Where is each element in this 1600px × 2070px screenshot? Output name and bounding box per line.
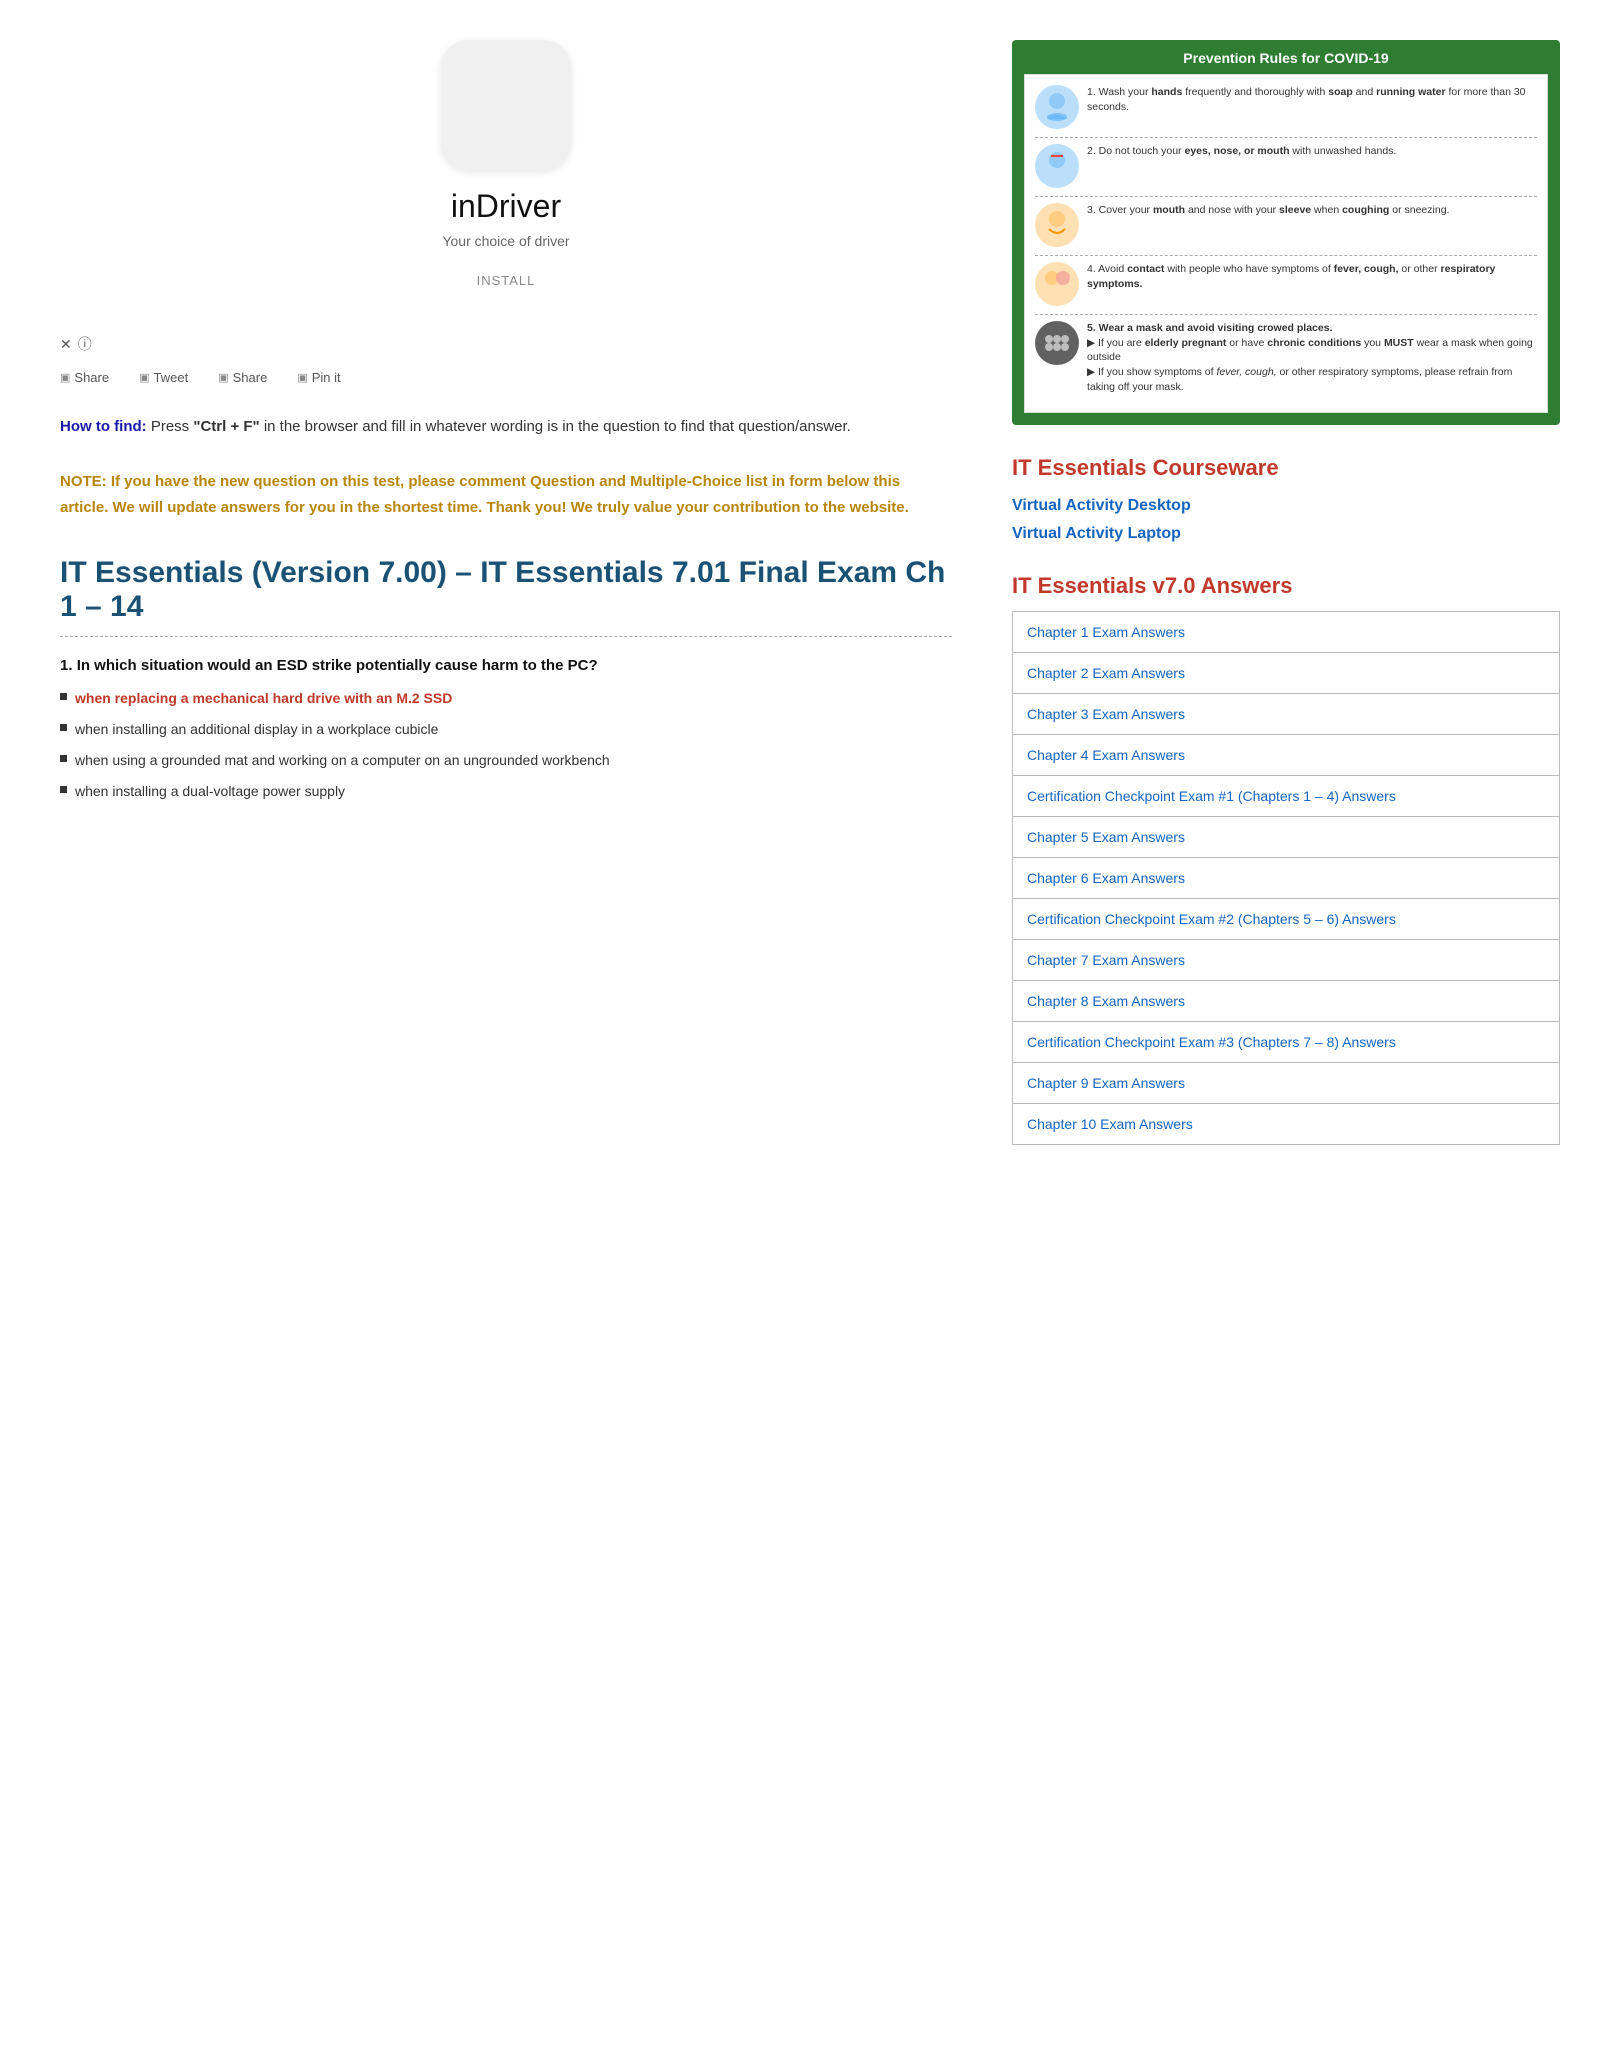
answer-list: when replacing a mechanical hard drive w… [60, 688, 952, 802]
share-twitter[interactable]: ▣ Tweet [139, 370, 188, 385]
covid-divider-4 [1035, 314, 1537, 315]
covid-rule-text-4: 4. Avoid contact with people who have sy… [1087, 262, 1537, 291]
covid-rule-text-2: 2. Do not touch your eyes, nose, or mout… [1087, 144, 1396, 159]
cert-checkpoint-1-link[interactable]: Certification Checkpoint Exam #1 (Chapte… [1013, 776, 1559, 817]
share-general-label: Share [233, 370, 268, 385]
question-1-number: 1. [60, 657, 73, 674]
covid-rule-5: 5. Wear a mask and avoid visiting crowed… [1035, 321, 1537, 394]
cert-checkpoint-2-link[interactable]: Certification Checkpoint Exam #2 (Chapte… [1013, 899, 1559, 940]
question-1-block: 1. In which situation would an ESD strik… [60, 657, 952, 802]
howto-text: Press "Ctrl + F" in the browser and fill… [151, 418, 851, 435]
bullet-correct [60, 693, 67, 700]
app-tagline: Your choice of driver [442, 233, 569, 249]
covid-divider-2 [1035, 196, 1537, 197]
tweet-label: Tweet [154, 370, 189, 385]
covid-icon-5 [1035, 321, 1079, 365]
answers-heading: IT Essentials v7.0 Answers [1012, 573, 1560, 599]
bullet-4 [60, 786, 67, 793]
covid-rule-2: 2. Do not touch your eyes, nose, or mout… [1035, 144, 1537, 188]
bullet-2 [60, 724, 67, 731]
cert-checkpoint-3-link[interactable]: Certification Checkpoint Exam #3 (Chapte… [1013, 1022, 1559, 1063]
bullet-3 [60, 755, 67, 762]
answer-text-3: when using a grounded mat and working on… [75, 750, 610, 771]
pin-icon: ▣ [297, 371, 307, 384]
app-name: inDriver [451, 188, 561, 225]
chapter-6-link[interactable]: Chapter 6 Exam Answers [1013, 858, 1559, 899]
right-column: Prevention Rules for COVID-19 1. Wash yo… [992, 20, 1600, 1185]
question-1-body: In which situation would an ESD strike p… [77, 657, 598, 674]
chapter-2-link[interactable]: Chapter 2 Exam Answers [1013, 653, 1559, 694]
app-card: inDriver Your choice of driver INSTALL [60, 40, 952, 304]
share-row: ▣ Share ▣ Tweet ▣ Share ▣ Pin it [60, 370, 952, 385]
chapter-4-link[interactable]: Chapter 4 Exam Answers [1013, 735, 1559, 776]
answer-item-4: when installing a dual-voltage power sup… [60, 781, 952, 802]
pin-it[interactable]: ▣ Pin it [297, 370, 340, 385]
close-icon[interactable]: ✕ [60, 336, 72, 353]
answer-item-correct: when replacing a mechanical hard drive w… [60, 688, 952, 709]
pin-label: Pin it [312, 370, 341, 385]
covid-rule-text-1: 1. Wash your hands frequently and thorou… [1087, 85, 1537, 114]
page-wrapper: inDriver Your choice of driver INSTALL ✕… [0, 0, 1600, 1205]
chapter-8-link[interactable]: Chapter 8 Exam Answers [1013, 981, 1559, 1022]
covid-title-prefix: Prevention Rules for [1183, 50, 1324, 66]
covid-title-bold: COVID-19 [1324, 50, 1389, 66]
howto-label: How to find: [60, 418, 147, 435]
answer-text-correct: when replacing a mechanical hard drive w… [75, 688, 452, 709]
share-fb-icon: ▣ [60, 371, 70, 384]
courseware-heading: IT Essentials Courseware [1012, 455, 1560, 481]
install-button[interactable]: INSTALL [477, 273, 536, 288]
icon-row: ✕ ⓘ [60, 334, 952, 354]
answers-section: IT Essentials v7.0 Answers Chapter 1 Exa… [1012, 573, 1560, 1145]
courseware-section: IT Essentials Courseware Virtual Activit… [1012, 455, 1560, 543]
app-icon [441, 40, 571, 170]
info-icon[interactable]: ⓘ [78, 334, 92, 354]
covid-title: Prevention Rules for COVID-19 [1024, 50, 1548, 66]
note-text: NOTE: If you have the new question on th… [60, 473, 909, 516]
share-facebook[interactable]: ▣ Share [60, 370, 109, 385]
share-general-icon: ▣ [218, 371, 228, 384]
covid-rule-text-3: 3. Cover your mouth and nose with your s… [1087, 203, 1449, 218]
chapter-10-link[interactable]: Chapter 10 Exam Answers [1013, 1104, 1559, 1144]
answer-item-2: when installing an additional display in… [60, 719, 952, 740]
chapter-1-link[interactable]: Chapter 1 Exam Answers [1013, 612, 1559, 653]
virtual-activity-desktop-link[interactable]: Virtual Activity Desktop [1012, 497, 1560, 515]
share-general[interactable]: ▣ Share [218, 370, 267, 385]
answer-item-3: when using a grounded mat and working on… [60, 750, 952, 771]
answer-text-4: when installing a dual-voltage power sup… [75, 781, 345, 802]
covid-card: Prevention Rules for COVID-19 1. Wash yo… [1012, 40, 1560, 425]
note-box: NOTE: If you have the new question on th… [60, 469, 952, 520]
chapter-3-link[interactable]: Chapter 3 Exam Answers [1013, 694, 1559, 735]
covid-divider-3 [1035, 255, 1537, 256]
covid-icon-3 [1035, 203, 1079, 247]
covid-icon-4 [1035, 262, 1079, 306]
chapter-9-link[interactable]: Chapter 9 Exam Answers [1013, 1063, 1559, 1104]
tweet-icon: ▣ [139, 371, 149, 384]
left-column: inDriver Your choice of driver INSTALL ✕… [0, 20, 992, 1185]
chapter-5-link[interactable]: Chapter 5 Exam Answers [1013, 817, 1559, 858]
howto-box: How to find: Press "Ctrl + F" in the bro… [60, 415, 952, 439]
question-1-text: 1. In which situation would an ESD strik… [60, 657, 952, 674]
virtual-activity-laptop-label: Virtual Activity Laptop [1012, 525, 1181, 542]
covid-rule-1: 1. Wash your hands frequently and thorou… [1035, 85, 1537, 129]
covid-inner: 1. Wash your hands frequently and thorou… [1024, 74, 1548, 413]
covid-rule-text-5: 5. Wear a mask and avoid visiting crowed… [1087, 321, 1537, 394]
covid-rule-4: 4. Avoid contact with people who have sy… [1035, 262, 1537, 306]
covid-divider-1 [1035, 137, 1537, 138]
covid-icon-1 [1035, 85, 1079, 129]
main-title: IT Essentials (Version 7.00) – IT Essent… [60, 556, 952, 637]
answer-text-2: when installing an additional display in… [75, 719, 438, 740]
chapter-7-link[interactable]: Chapter 7 Exam Answers [1013, 940, 1559, 981]
share-fb-label: Share [74, 370, 109, 385]
covid-icon-2 [1035, 144, 1079, 188]
chapter-list: Chapter 1 Exam Answers Chapter 2 Exam An… [1012, 611, 1560, 1145]
virtual-activity-laptop-link[interactable]: Virtual Activity Laptop [1012, 525, 1560, 543]
covid-rule-3: 3. Cover your mouth and nose with your s… [1035, 203, 1537, 247]
virtual-activity-desktop-label: Virtual Activity Desktop [1012, 497, 1191, 514]
